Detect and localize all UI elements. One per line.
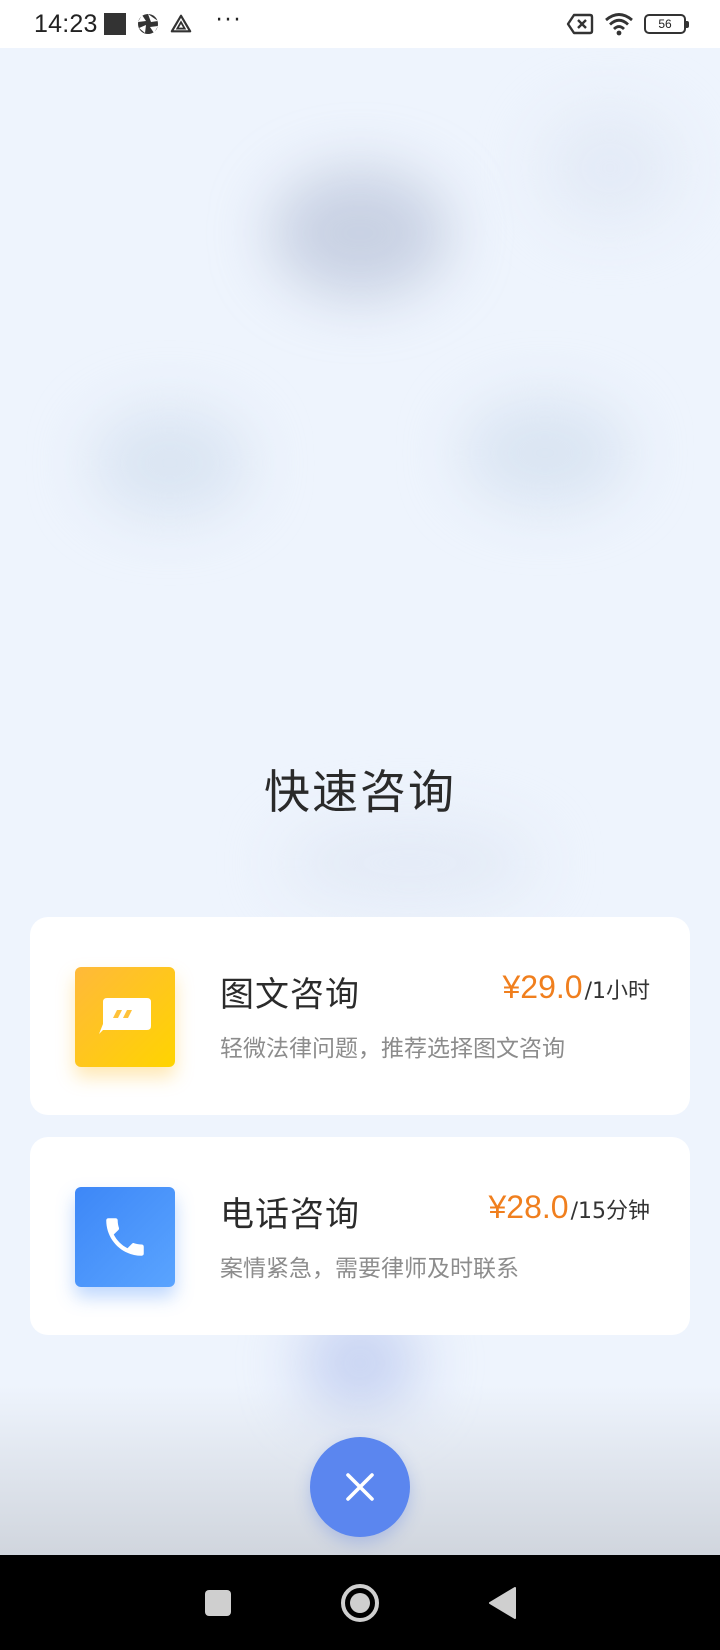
card-price: ¥28.0 /15分钟	[489, 1189, 651, 1226]
price-unit: /1小时	[584, 979, 650, 1004]
card-title: 图文咨询	[220, 975, 360, 1015]
screen-record-icon	[103, 13, 126, 35]
drive-icon	[170, 14, 191, 33]
status-time: 14:23	[34, 9, 98, 38]
price-unit: /15分钟	[570, 1199, 650, 1224]
card-description: 案情紧急，需要律师及时联系	[220, 1256, 519, 1282]
card-title: 电话咨询	[220, 1195, 360, 1235]
no-sim-icon	[566, 13, 594, 35]
page-title: 快速咨询	[264, 765, 456, 819]
status-left-icons: ···	[103, 8, 243, 37]
back-icon[interactable]	[487, 1586, 517, 1620]
phone-consultation-card[interactable]: 电话咨询 ¥28.0 /15分钟 案情紧急，需要律师及时联系	[30, 1137, 690, 1335]
text-consultation-card[interactable]: 图文咨询 ¥29.0 /1小时 轻微法律问题，推荐选择图文咨询	[30, 917, 690, 1115]
wifi-icon	[605, 13, 633, 36]
price-amount: ¥29.0	[502, 969, 583, 1005]
home-icon[interactable]	[339, 1582, 381, 1624]
status-right-icons: 56	[566, 12, 689, 36]
close-icon	[346, 1473, 374, 1501]
more-notifications-icon: ···	[215, 7, 243, 33]
close-button[interactable]	[310, 1437, 410, 1537]
card-price: ¥29.0 /1小时	[503, 969, 651, 1006]
card-description: 轻微法律问题，推荐选择图文咨询	[220, 1036, 565, 1062]
recent-apps-icon[interactable]	[203, 1588, 233, 1618]
aperture-icon	[137, 14, 158, 34]
status-bar: 14:23 ··· 56	[0, 0, 720, 48]
battery-indicator: 56	[644, 14, 689, 34]
price-amount: ¥28.0	[488, 1189, 569, 1225]
chat-bubble-icon	[75, 967, 175, 1067]
system-nav-bar	[0, 1555, 720, 1650]
phone-icon	[75, 1187, 175, 1287]
